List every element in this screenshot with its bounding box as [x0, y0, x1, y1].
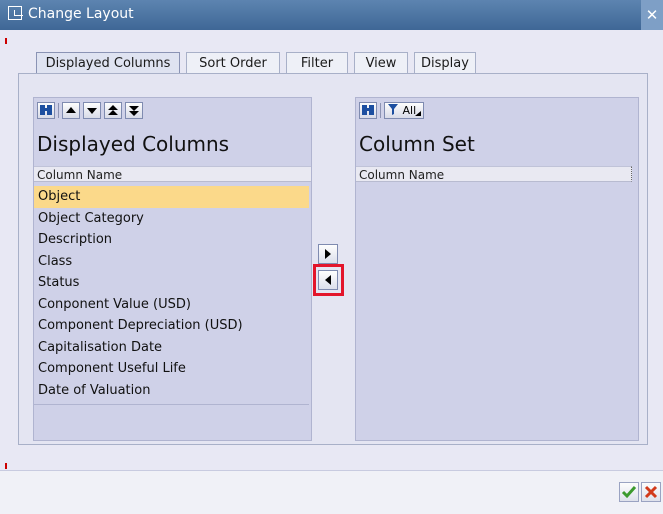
tab-strip-fill — [482, 52, 622, 74]
column-set-box: All Column Set Column Name — [355, 97, 639, 441]
find-button[interactable] — [359, 102, 377, 119]
close-button[interactable]: ✕ — [641, 0, 663, 30]
confirm-button[interactable] — [619, 482, 639, 502]
list-item[interactable]: Description — [34, 229, 309, 251]
dropdown-icon — [415, 111, 421, 116]
list-item[interactable]: Date of Valuation — [34, 380, 309, 402]
change-layout-icon — [8, 6, 23, 20]
tab-sort-order[interactable]: Sort Order — [186, 52, 280, 74]
move-right-icon — [325, 249, 331, 259]
list-item[interactable]: Conponent Value (USD) — [34, 294, 309, 316]
cancel-button[interactable] — [641, 482, 661, 502]
highlight-box — [313, 264, 344, 296]
tab-display[interactable]: Display — [414, 52, 476, 74]
tab-displayed-columns[interactable]: Displayed Columns — [36, 52, 180, 74]
list-item[interactable]: Status — [34, 272, 309, 294]
tab-label: View — [365, 56, 397, 71]
move-top-button[interactable] — [104, 102, 122, 119]
dialog-footer — [0, 470, 663, 514]
move-up-button[interactable] — [62, 102, 80, 119]
tab-label: Sort Order — [199, 56, 267, 71]
find-button[interactable] — [37, 102, 55, 119]
column-header[interactable]: Column Name — [34, 166, 311, 182]
move-top-icon — [108, 105, 118, 115]
column-header[interactable]: Column Name — [356, 166, 632, 182]
displayed-columns-list: Object Object Category Description Class… — [34, 186, 309, 401]
move-bottom-icon — [129, 106, 139, 116]
move-bottom-button[interactable] — [125, 102, 143, 119]
edge-marker — [5, 38, 7, 44]
find-icon — [40, 105, 52, 115]
window-title: Change Layout — [28, 6, 134, 22]
window-titlebar: Change Layout ✕ — [0, 0, 663, 30]
filter-all-button[interactable]: All — [384, 102, 424, 119]
toolbar-separator — [58, 103, 59, 118]
move-right-button[interactable] — [318, 244, 338, 264]
list-item[interactable]: Capitalisation Date — [34, 337, 309, 359]
tab-label: Displayed Columns — [45, 56, 171, 71]
confirm-check-icon — [621, 486, 637, 499]
panel-title: Displayed Columns — [37, 132, 230, 156]
panel-title: Column Set — [359, 132, 475, 156]
list-item[interactable]: Component Depreciation (USD) — [34, 315, 309, 337]
find-icon — [362, 105, 374, 115]
list-item[interactable]: Object — [34, 186, 309, 208]
list-item[interactable]: Class — [34, 251, 309, 273]
edge-marker — [5, 463, 7, 469]
filter-icon — [388, 104, 398, 115]
cancel-x-icon — [644, 485, 658, 499]
displayed-columns-box: Displayed Columns Column Name Object Obj… — [33, 97, 312, 441]
list-bottom-line — [34, 404, 309, 405]
tab-filter[interactable]: Filter — [286, 52, 348, 74]
tab-label: Filter — [300, 56, 334, 71]
toolbar-separator — [380, 103, 381, 118]
tab-view[interactable]: View — [354, 52, 408, 74]
tab-label: Display — [421, 56, 469, 71]
move-down-button[interactable] — [83, 102, 101, 119]
move-down-icon — [87, 108, 97, 114]
list-item[interactable]: Component Useful Life — [34, 358, 309, 380]
list-item[interactable]: Object Category — [34, 208, 309, 230]
move-up-icon — [66, 107, 76, 113]
